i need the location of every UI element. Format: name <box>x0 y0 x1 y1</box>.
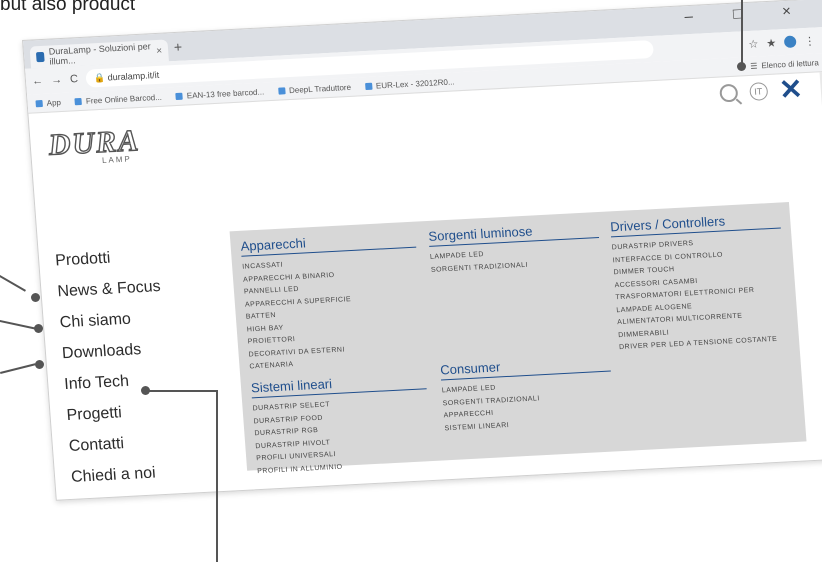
search-icon[interactable] <box>718 83 738 103</box>
callout-line-downloads <box>0 363 36 374</box>
main-menu: Prodotti News & Focus Chi siamo Download… <box>55 247 176 500</box>
callout-line-top <box>741 0 743 66</box>
bookmark-icon <box>74 97 83 105</box>
callout-line-info-tech-v <box>216 390 218 562</box>
callout-line-chi-siamo <box>0 320 36 330</box>
bookmark-label: App <box>46 97 62 108</box>
callout-dot-reading-list <box>737 62 746 71</box>
website-content: DURA LAMP IT ✕ Prodotti News & Focus Chi… <box>28 71 822 501</box>
bookmark-label: EUR-Lex - 32012R0... <box>375 76 455 91</box>
more-menu-icon[interactable]: ⋮ <box>804 34 816 48</box>
reading-list-icon: ☰ <box>749 61 758 71</box>
bookmark-icon <box>364 82 373 90</box>
column-title[interactable]: Drivers / Controllers <box>609 210 781 238</box>
callout-line-news <box>0 275 26 292</box>
bookmark-label: Free Online Barcod... <box>85 92 163 106</box>
back-icon[interactable]: ← <box>32 75 44 88</box>
column-title[interactable]: Sistemi lineari <box>250 371 427 399</box>
favicon-icon <box>35 51 45 63</box>
reading-list-label: Elenco di lettura <box>761 57 820 70</box>
bookmark-item[interactable]: App <box>35 98 61 108</box>
lock-icon: 🔒 <box>93 72 108 83</box>
reading-list-button[interactable]: ☰ Elenco di lettura <box>750 58 819 71</box>
extensions-icon[interactable]: ★ <box>766 36 777 49</box>
language-button[interactable]: IT <box>748 82 768 101</box>
menu-item-chiedi-a-noi[interactable]: Chiedi a noi <box>71 464 176 500</box>
column-title[interactable]: Consumer <box>439 353 611 381</box>
new-tab-button[interactable]: + <box>173 39 182 55</box>
column-drivers-controllers: Drivers / Controllers Durastrip drivers … <box>609 210 790 355</box>
bookmark-item[interactable]: EUR-Lex - 32012R0... <box>364 76 455 91</box>
column-sistemi-lineari: Sistemi lineari Durastrip Select Durastr… <box>250 371 433 478</box>
apps-icon <box>35 99 43 107</box>
star-icon[interactable]: ☆ <box>748 37 759 50</box>
bookmark-label: EAN-13 free barcod... <box>186 86 265 100</box>
callout-line-info-tech-h <box>146 390 218 392</box>
bookmark-item[interactable]: EAN-13 free barcod... <box>175 87 264 101</box>
forward-icon[interactable]: → <box>51 74 63 87</box>
column-title[interactable]: Apparecchi <box>240 229 417 257</box>
bookmark-item[interactable]: Free Online Barcod... <box>74 92 163 106</box>
logo-subtitle: LAMP <box>101 154 133 165</box>
callout-dot-news <box>31 293 40 302</box>
document-text: but also product <box>0 0 136 15</box>
window-controls[interactable]: – □ × <box>684 2 810 25</box>
profile-avatar[interactable] <box>783 35 797 49</box>
callout-dot-downloads <box>35 360 44 369</box>
tab-close-icon[interactable]: × <box>156 45 163 56</box>
browser-screenshot: DuraLamp - Soluzioni per illum... × + – … <box>22 0 822 501</box>
bookmark-item[interactable]: DeepL Traduttore <box>277 82 352 95</box>
bookmark-label: DeepL Traduttore <box>288 82 352 95</box>
close-menu-icon[interactable]: ✕ <box>778 73 804 105</box>
bookmark-icon <box>175 92 184 100</box>
column-consumer: Consumer Lampade LED Sorgenti tradiziona… <box>439 353 615 436</box>
reload-icon[interactable]: C <box>70 73 79 85</box>
bookmark-icon <box>277 86 286 95</box>
column-title[interactable]: Sorgenti luminose <box>427 220 600 247</box>
column-apparecchi: Apparecchi Incassati Apparecchi a binari… <box>240 229 425 374</box>
url-text: duralamp.it/it <box>107 69 160 83</box>
products-mega-menu: Apparecchi Incassati Apparecchi a binari… <box>229 202 807 475</box>
callout-dot-chi-siamo <box>34 324 43 333</box>
column-sorgenti-luminose: Sorgenti luminose Lampade LED Sorgenti t… <box>427 220 601 277</box>
